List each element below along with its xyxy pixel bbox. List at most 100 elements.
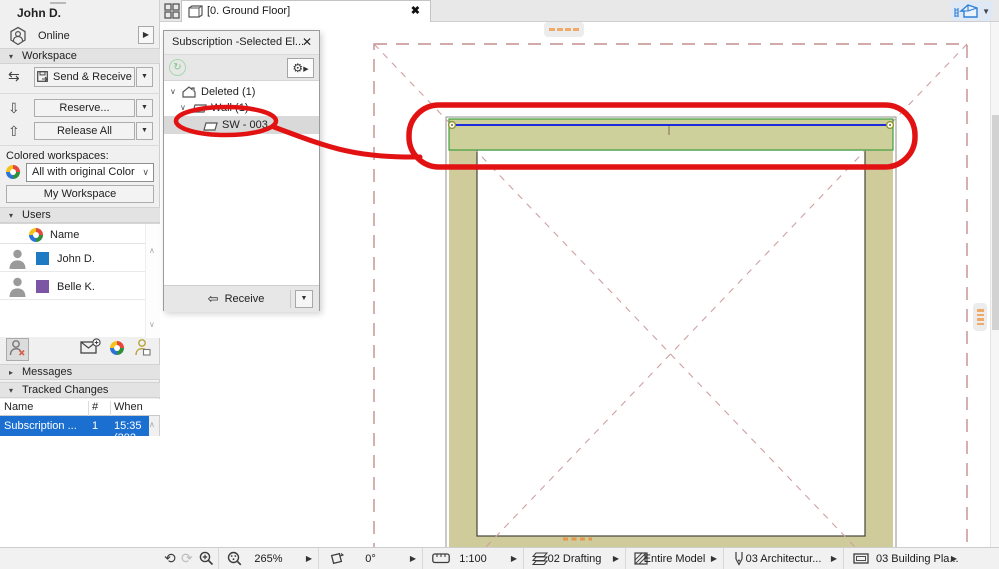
online-flyout-button[interactable]: ▶: [138, 26, 154, 44]
tab-ground-floor[interactable]: [0. Ground Floor] ✖: [181, 0, 431, 22]
scroll-down-icon[interactable]: ∨: [149, 320, 155, 329]
users-section-header[interactable]: ▾ Users: [0, 207, 160, 223]
flyout-arrow-icon[interactable]: ▶: [711, 554, 717, 563]
settings-button[interactable]: ⚙▶: [287, 58, 314, 78]
users-scrollbar[interactable]: ∧ ∨: [145, 224, 160, 338]
user-workspace-icon[interactable]: [131, 338, 154, 361]
zoom-in-icon[interactable]: [199, 551, 214, 569]
plan-rectangle-icon[interactable]: [853, 553, 869, 567]
nav-forward-icon[interactable]: ⟳: [181, 550, 193, 567]
palette-title: Subscription -Selected El...: [172, 36, 305, 48]
tracked-changes-section-header[interactable]: ▾ Tracked Changes: [0, 382, 160, 398]
flyout-arrow-icon[interactable]: ▶: [951, 554, 957, 563]
send-message-icon[interactable]: [79, 338, 102, 361]
tree-item-wall[interactable]: ∨ Wall (1): [164, 100, 319, 116]
swap-arrows-icon: ⇆: [8, 68, 20, 84]
scroll-up-icon[interactable]: ∧: [149, 246, 155, 255]
layer-value: 02 Drafting: [547, 553, 602, 565]
subscription-palette[interactable]: Subscription -Selected El... ✕ ↻ ⚙▶ ∨ De…: [163, 30, 320, 312]
chevron-down-icon: ▾: [9, 211, 14, 220]
my-workspace-button[interactable]: My Workspace: [6, 185, 154, 203]
release-row: ⇧ Release All ▼: [0, 122, 160, 142]
send-receive-dropdown[interactable]: ▼: [136, 67, 153, 87]
palette-toolbar: ↻ ⚙▶: [164, 54, 319, 81]
tree-item-deleted[interactable]: ∨ Deleted (1): [164, 84, 319, 100]
favorite-control[interactable]: 03 Building Pla... ▶: [843, 548, 999, 569]
reserve-down-arrow-icon: ⇩: [8, 100, 20, 116]
workspace-section-header[interactable]: ▾ Workspace: [0, 48, 160, 64]
colored-workspace-icon[interactable]: [105, 338, 128, 361]
panel-user-name: John D.: [17, 6, 61, 20]
close-icon[interactable]: ✕: [302, 35, 312, 49]
receive-button[interactable]: ⇦ Receive: [178, 289, 294, 309]
tree-expander-icon[interactable]: ∨: [180, 100, 186, 116]
tree-label: SW - 003: [222, 119, 268, 131]
panel-grip[interactable]: [50, 2, 66, 4]
online-status-row: Online ▶: [0, 26, 160, 48]
column-count: #: [92, 401, 99, 413]
release-up-arrow-icon: ⇧: [8, 123, 20, 139]
view-nav-group: ⟲ ⟳: [160, 548, 218, 569]
flyout-arrow-icon[interactable]: ▶: [410, 554, 416, 563]
chevron-down-icon: ▾: [9, 52, 14, 61]
reserve-dropdown[interactable]: ▼: [136, 99, 153, 117]
chevron-down-icon: ▾: [9, 386, 14, 395]
model-filter-control[interactable]: Entire Model ▶: [625, 548, 723, 569]
receive-dropdown[interactable]: ▼: [295, 290, 313, 308]
scale-value: 1:100: [459, 553, 487, 565]
zoom-value: 265%: [254, 553, 283, 565]
online-status-label: Online: [38, 30, 70, 42]
pen-set-value: 03 Architectur...: [745, 553, 822, 565]
chevron-down-icon: ∨: [142, 167, 149, 177]
tab-overview-icon[interactable]: [164, 3, 180, 22]
release-all-button[interactable]: Release All: [34, 122, 135, 140]
release-all-dropdown[interactable]: ▼: [136, 122, 153, 140]
person-icon: [8, 276, 27, 300]
zoom-control[interactable]: 265% ▶: [218, 548, 318, 569]
flyout-arrow-icon[interactable]: ▶: [613, 554, 619, 563]
tree-item-sw-003[interactable]: SW - 003: [164, 116, 319, 134]
flyout-arrow-icon[interactable]: ▶: [511, 554, 517, 563]
archicad-window: John D. Online ▶ ▾ Workspace ⇆ Send & Rec…: [0, 0, 999, 569]
scale-control[interactable]: 1:100 ▶: [422, 548, 523, 569]
tree-expander-icon[interactable]: ∨: [170, 84, 176, 100]
users-list-header[interactable]: Name: [0, 226, 145, 244]
scroll-up-icon[interactable]: ∧: [149, 420, 155, 429]
scrollbar-thumb[interactable]: [992, 115, 999, 330]
send-receive-button[interactable]: Send & Receive: [34, 67, 135, 87]
tracked-changes-table-header[interactable]: Name # When: [0, 399, 160, 418]
reserve-row: ⇩ Reserve... ▼: [0, 99, 160, 119]
user-row-john[interactable]: John D.: [0, 245, 145, 272]
user-name: Belle K.: [57, 281, 95, 293]
rotation-control[interactable]: 0° ▶: [318, 548, 422, 569]
users-toolbar: [0, 337, 160, 363]
palette-bottom-bar: ⇦ Receive ▼: [164, 285, 319, 312]
person-icon: [8, 248, 27, 272]
tracked-change-marker-top[interactable]: [544, 22, 584, 37]
colored-workspaces-label: Colored workspaces:: [6, 150, 109, 162]
change-name: Subscription ...: [4, 420, 77, 432]
color-mode-select[interactable]: All with original Color ∨: [26, 163, 154, 182]
canvas-vertical-scrollbar[interactable]: [990, 22, 999, 547]
hide-user-button[interactable]: [6, 338, 29, 361]
chevron-down-icon[interactable]: ▼: [982, 7, 990, 16]
messages-section-header[interactable]: ▸ Messages: [0, 364, 160, 380]
refresh-icon[interactable]: ↻: [169, 59, 186, 76]
palette-tree: ∨ Deleted (1) ∨ Wall (1) SW - 003: [164, 81, 319, 285]
pen-set-control[interactable]: 03 Architectur... ▶: [723, 548, 843, 569]
rotation-value: 0°: [365, 553, 376, 565]
user-row-belle[interactable]: Belle K.: [0, 273, 145, 300]
favorite-value: 03 Building Pla...: [876, 553, 959, 565]
tracked-change-marker-right[interactable]: [973, 303, 987, 331]
tree-label: Deleted (1): [201, 86, 256, 98]
3d-view-button[interactable]: ▼: [951, 1, 993, 21]
reserve-button[interactable]: Reserve...: [34, 99, 135, 117]
flyout-arrow-icon[interactable]: ▶: [831, 554, 837, 563]
tab-close-icon[interactable]: ✖: [411, 4, 420, 17]
palette-title-bar[interactable]: Subscription -Selected El... ✕: [164, 31, 319, 54]
nav-back-icon[interactable]: ⟲: [164, 550, 176, 567]
tracked-change-row[interactable]: Subscription ... 1 15:35 (202...: [0, 416, 149, 444]
flyout-arrow-icon[interactable]: ▶: [306, 554, 312, 563]
layer-control[interactable]: 02 Drafting ▶: [523, 548, 625, 569]
send-receive-row: ⇆ Send & Receive ▼: [0, 67, 160, 87]
